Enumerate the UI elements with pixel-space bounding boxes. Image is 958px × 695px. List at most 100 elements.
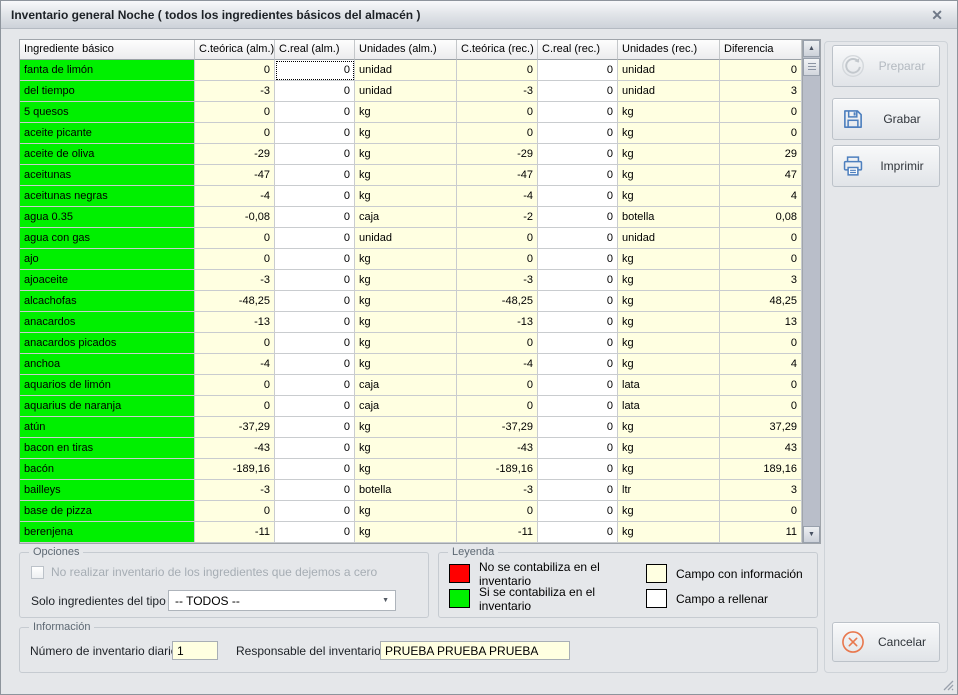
grid-cell[interactable]: 0	[275, 165, 355, 186]
ingredient-cell[interactable]: aceite picante	[20, 123, 195, 144]
grid-cell[interactable]: 47	[720, 165, 802, 186]
grid-cell[interactable]: 0	[275, 60, 355, 81]
grid-cell[interactable]: kg	[355, 417, 457, 438]
grid-cell[interactable]: kg	[355, 165, 457, 186]
grid-cell[interactable]: unidad	[618, 60, 720, 81]
grid-cell[interactable]: 0	[275, 480, 355, 501]
scroll-up-icon[interactable]: ▲	[803, 40, 820, 57]
ingredient-cell[interactable]: agua con gas	[20, 228, 195, 249]
ingredient-cell[interactable]: del tiempo	[20, 81, 195, 102]
grid-cell[interactable]: 0	[275, 249, 355, 270]
grid-cell[interactable]: 0	[275, 144, 355, 165]
grid-cell[interactable]: 0	[538, 438, 618, 459]
grid-cell[interactable]: 0	[195, 60, 275, 81]
grid-cell[interactable]: 0	[457, 501, 538, 522]
grid-cell[interactable]: kg	[618, 333, 720, 354]
grid-cell[interactable]: 0	[275, 81, 355, 102]
grid-cell[interactable]: -3	[457, 270, 538, 291]
grid-cell[interactable]: 0	[538, 186, 618, 207]
grid-cell[interactable]: -13	[195, 312, 275, 333]
ingredient-cell[interactable]: agua 0.35	[20, 207, 195, 228]
ingredient-cell[interactable]: bacón	[20, 459, 195, 480]
grid-cell[interactable]: -47	[195, 165, 275, 186]
grid-cell[interactable]: 0	[720, 123, 802, 144]
grid-cell[interactable]: botella	[355, 480, 457, 501]
grid-cell[interactable]: kg	[355, 522, 457, 543]
grid-cell[interactable]: 0	[538, 291, 618, 312]
ingredient-cell[interactable]: aceitunas negras	[20, 186, 195, 207]
inventory-number-input[interactable]	[172, 641, 218, 660]
vertical-scrollbar[interactable]: ▲ ▼	[802, 40, 820, 543]
grid-cell[interactable]: 0	[538, 480, 618, 501]
grid-cell[interactable]: 0	[720, 228, 802, 249]
grid-cell[interactable]: 0	[275, 522, 355, 543]
grid-cell[interactable]: kg	[618, 459, 720, 480]
grid-cell[interactable]: 0	[457, 228, 538, 249]
grid-cell[interactable]: 0	[457, 60, 538, 81]
grid-cell[interactable]: kg	[355, 459, 457, 480]
grid-cell[interactable]: -189,16	[195, 459, 275, 480]
ingredient-cell[interactable]: 5 quesos	[20, 102, 195, 123]
grid-cell[interactable]: 29	[720, 144, 802, 165]
grid-cell[interactable]: kg	[618, 186, 720, 207]
grid-cell[interactable]: caja	[355, 396, 457, 417]
grid-cell[interactable]: kg	[355, 501, 457, 522]
grid-cell[interactable]: 43	[720, 438, 802, 459]
grid-cell[interactable]: kg	[355, 123, 457, 144]
ingredient-cell[interactable]: atún	[20, 417, 195, 438]
column-header[interactable]: Unidades (alm.)	[355, 40, 457, 60]
grid-cell[interactable]: kg	[355, 102, 457, 123]
grid-cell[interactable]: 0	[195, 123, 275, 144]
grid-cell[interactable]: 0	[195, 501, 275, 522]
column-header[interactable]: C.real (alm.)	[275, 40, 355, 60]
grid-cell[interactable]: 0	[275, 102, 355, 123]
grid-cell[interactable]: 0	[275, 417, 355, 438]
grid-cell[interactable]: -4	[195, 354, 275, 375]
grid-cell[interactable]: 0	[275, 501, 355, 522]
grid-cell[interactable]: ltr	[618, 480, 720, 501]
close-icon[interactable]: ✕	[931, 8, 947, 22]
grid-cell[interactable]: 0	[275, 207, 355, 228]
grid-cell[interactable]: 13	[720, 312, 802, 333]
grid-cell[interactable]: 0	[720, 102, 802, 123]
grid-cell[interactable]: 0	[538, 417, 618, 438]
grid-cell[interactable]: 0	[195, 396, 275, 417]
grid-cell[interactable]: caja	[355, 375, 457, 396]
grid-cell[interactable]: kg	[618, 438, 720, 459]
grid-cell[interactable]: 0	[275, 333, 355, 354]
grid-cell[interactable]: 0	[275, 270, 355, 291]
grid-cell[interactable]: 11	[720, 522, 802, 543]
grid-cell[interactable]: unidad	[355, 228, 457, 249]
grid-cell[interactable]: 0	[195, 102, 275, 123]
grid-cell[interactable]: -189,16	[457, 459, 538, 480]
grid-cell[interactable]: 0	[275, 312, 355, 333]
grid-cell[interactable]: lata	[618, 375, 720, 396]
column-header[interactable]: Diferencia	[720, 40, 802, 60]
grid-cell[interactable]: -3	[457, 480, 538, 501]
grid-cell[interactable]: unidad	[355, 81, 457, 102]
grid-cell[interactable]: 0	[195, 375, 275, 396]
grid-cell[interactable]: 4	[720, 186, 802, 207]
grid-cell[interactable]: kg	[618, 144, 720, 165]
grid-cell[interactable]: kg	[618, 123, 720, 144]
grid-cell[interactable]: kg	[618, 249, 720, 270]
grid-cell[interactable]: -47	[457, 165, 538, 186]
grid-cell[interactable]: 0	[275, 354, 355, 375]
grid-cell[interactable]: 0	[538, 270, 618, 291]
grid-cell[interactable]: kg	[355, 270, 457, 291]
grid-cell[interactable]: 0,08	[720, 207, 802, 228]
column-header[interactable]: Unidades (rec.)	[618, 40, 720, 60]
grid-cell[interactable]: 0	[538, 375, 618, 396]
cancelar-button[interactable]: Cancelar	[832, 622, 940, 662]
grid-cell[interactable]: 0	[538, 123, 618, 144]
grid-cell[interactable]: kg	[618, 522, 720, 543]
grid-cell[interactable]: 0	[195, 228, 275, 249]
column-header[interactable]: C.teórica (rec.)	[457, 40, 538, 60]
grid-cell[interactable]: -29	[457, 144, 538, 165]
grid-cell[interactable]: kg	[618, 501, 720, 522]
grid-cell[interactable]: 0	[538, 228, 618, 249]
grid-cell[interactable]: 0	[195, 333, 275, 354]
grid-cell[interactable]: -4	[195, 186, 275, 207]
grid-cell[interactable]: 0	[720, 396, 802, 417]
grid-cell[interactable]: 48,25	[720, 291, 802, 312]
